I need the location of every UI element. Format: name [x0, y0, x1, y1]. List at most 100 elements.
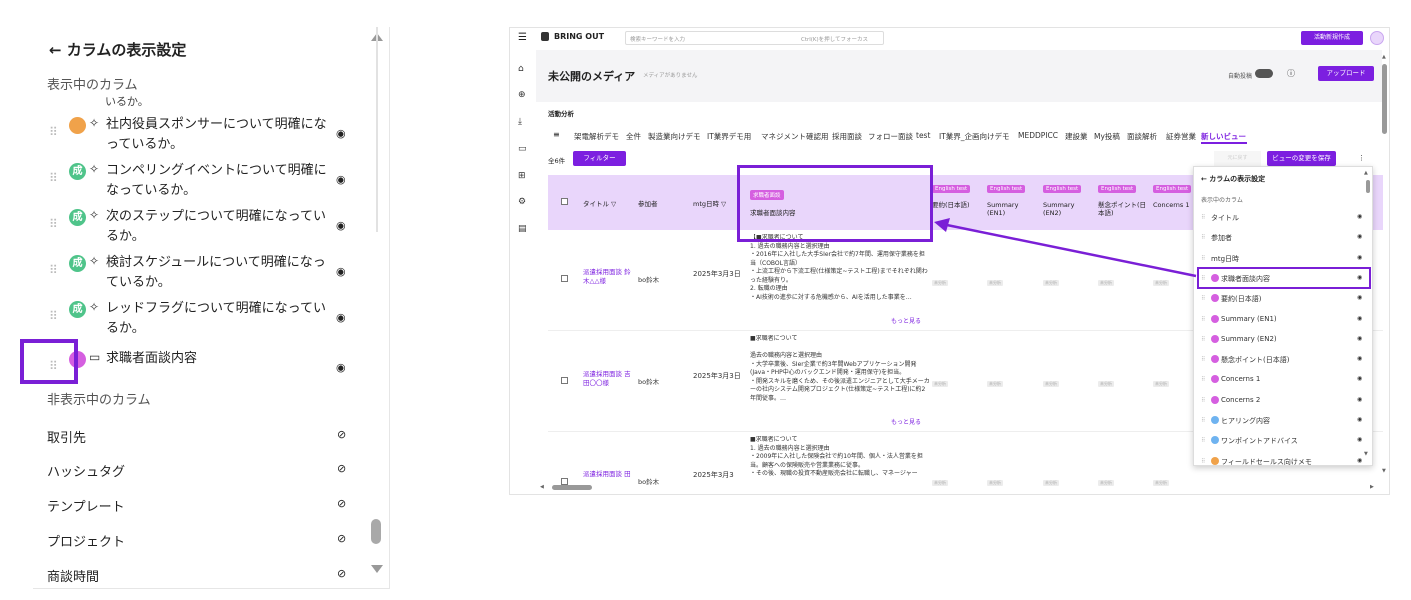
download-icon[interactable]: ⤓ — [518, 117, 522, 127]
hidden-column-row[interactable]: 商談時間 ⊘ — [47, 566, 363, 588]
eye-icon[interactable]: ◉ — [1357, 355, 1362, 362]
tab-item[interactable]: MEDDPICC — [1018, 131, 1058, 140]
scroll-down-icon[interactable]: ▼ — [1382, 468, 1386, 474]
scroll-thumb[interactable] — [1382, 64, 1387, 134]
col-summary-jp[interactable]: 要約(日本語) — [932, 201, 982, 209]
search-icon[interactable]: ⊕ — [518, 90, 526, 100]
search-input[interactable]: 検索キーワードを入力 Ctrl(K)を押してフォーカス — [625, 31, 884, 45]
popover-column-row[interactable]: ⠿ フィールドセールス向けメモ ◉ — [1198, 452, 1368, 465]
tab-item[interactable]: 全件 — [626, 131, 641, 142]
drag-handle-icon[interactable]: ⠿ — [49, 217, 58, 231]
eye-icon[interactable]: ◉ — [1357, 335, 1362, 342]
scroll-left-icon[interactable]: ◀ — [540, 484, 544, 490]
drag-handle-icon[interactable]: ⠿ — [1201, 234, 1205, 241]
avatar[interactable] — [1370, 31, 1384, 45]
scroll-thumb[interactable] — [1366, 180, 1370, 193]
drag-handle-icon[interactable]: ⠿ — [1201, 437, 1205, 444]
tab-item[interactable]: test — [916, 131, 930, 140]
drag-handle-icon[interactable]: ⠿ — [1201, 255, 1205, 262]
column-row[interactable]: ⠿ 成 ✧ 次のステップについて明確になっているか。 ◉ — [33, 207, 363, 251]
eye-icon[interactable]: ◉ — [1357, 233, 1362, 240]
auto-post-toggle[interactable] — [1255, 69, 1273, 78]
col-title[interactable]: タイトル ▽ — [583, 198, 616, 208]
drag-handle-icon[interactable]: ⠿ — [1201, 376, 1205, 383]
upload-button[interactable]: アップロード — [1318, 66, 1374, 81]
column-row[interactable]: ⠿ 成 ✧ レッドフラグについて明確になっているか。 ◉ — [33, 299, 363, 343]
popover-column-row[interactable]: ⠿ 懸念ポイント(日本語) ◉ — [1198, 350, 1368, 370]
popover-column-row[interactable]: ⠿ mtg日時 ◉ — [1198, 249, 1368, 269]
popover-column-row[interactable]: ⠿ Concerns 1 ◉ — [1198, 370, 1368, 390]
drag-handle-icon[interactable]: ⠿ — [49, 171, 58, 185]
eye-off-icon[interactable]: ⊘ — [337, 428, 346, 441]
popover-column-row[interactable]: ⠿ ワンポイントアドバイス ◉ — [1198, 431, 1368, 451]
panel-title[interactable]: ← カラムの表示設定 — [49, 39, 186, 60]
eye-icon[interactable]: ◉ — [336, 173, 346, 186]
col-mtg-date[interactable]: mtg日時 ▽ — [693, 198, 726, 208]
menu-icon[interactable]: ≡ — [553, 130, 560, 139]
eye-icon[interactable]: ◉ — [1357, 375, 1362, 382]
drag-handle-icon[interactable]: ⠿ — [1201, 214, 1205, 221]
scroll-up-icon[interactable]: ▲ — [1364, 170, 1368, 176]
drag-handle-icon[interactable]: ⠿ — [1201, 397, 1205, 404]
drag-handle-icon[interactable]: ⠿ — [1201, 295, 1205, 302]
save-view-button[interactable]: ビューの変更を保存 — [1267, 151, 1336, 166]
drag-handle-icon[interactable]: ⠿ — [1201, 356, 1205, 363]
panel-scrollbar[interactable] — [366, 27, 388, 588]
tab-item[interactable]: 製造業向けデモ — [648, 131, 701, 142]
row-title-link[interactable]: 派遣採用面談 吉田〇〇様 — [583, 370, 635, 388]
tab-item[interactable]: 新しいビュー — [1201, 131, 1246, 142]
row-checkbox[interactable] — [561, 275, 568, 282]
scroll-right-icon[interactable]: ▶ — [1370, 484, 1374, 490]
tab-item[interactable]: 面談解析 — [1127, 131, 1157, 142]
help-icon[interactable]: ⓘ — [1287, 68, 1295, 79]
eye-off-icon[interactable]: ⊘ — [337, 462, 346, 475]
tab-item[interactable]: 建設業 — [1065, 131, 1088, 142]
tab-item[interactable]: 架電解析デモ — [574, 131, 619, 142]
revert-button[interactable]: 元に戻す — [1214, 151, 1261, 166]
more-link[interactable]: もっと見る — [891, 418, 921, 427]
popover-column-row[interactable]: ⠿ ヒアリング内容 ◉ — [1198, 411, 1368, 431]
eye-off-icon[interactable]: ⊘ — [337, 532, 346, 545]
tab-item[interactable]: フォロー面談 — [868, 131, 913, 142]
eye-icon[interactable]: ◉ — [336, 265, 346, 278]
eye-icon[interactable]: ◉ — [336, 127, 346, 140]
eye-icon[interactable]: ◉ — [336, 311, 346, 324]
eye-icon[interactable]: ◉ — [1357, 416, 1362, 423]
eye-icon[interactable]: ◉ — [336, 219, 346, 232]
tab-item[interactable]: My投稿 — [1094, 131, 1120, 142]
row-checkbox[interactable] — [561, 377, 568, 384]
more-icon[interactable]: ⋮ — [1358, 154, 1365, 162]
popover-column-row[interactable]: ⠿ 参加者 ◉ — [1198, 228, 1368, 248]
drag-handle-icon[interactable]: ⠿ — [1201, 458, 1205, 465]
video-icon[interactable]: ▭ — [518, 144, 527, 154]
scroll-down-icon[interactable]: ▼ — [1364, 451, 1368, 457]
gear-icon[interactable]: ⚙ — [518, 197, 526, 207]
column-row[interactable]: ⠿ 成 ✧ 検討スケジュールについて明確になっているか。 ◉ — [33, 253, 363, 297]
hidden-column-row[interactable]: ハッシュタグ ⊘ — [47, 461, 363, 483]
document-icon[interactable]: ⊞ — [518, 171, 526, 181]
drag-handle-icon[interactable]: ⠿ — [1201, 417, 1205, 424]
tab-item[interactable]: IT業界_企画向けデモ — [939, 131, 1010, 142]
eye-icon[interactable]: ◉ — [336, 361, 346, 374]
eye-icon[interactable]: ◉ — [1357, 254, 1362, 261]
drag-handle-icon[interactable]: ⠿ — [1201, 316, 1205, 323]
eye-icon[interactable]: ◉ — [1357, 457, 1362, 464]
eye-icon[interactable]: ◉ — [1357, 315, 1362, 322]
filter-button[interactable]: フィルター — [573, 151, 626, 166]
vertical-scrollbar[interactable]: ▲ ▼ — [1381, 54, 1389, 484]
menu-icon[interactable]: ☰ — [518, 32, 527, 43]
tab-item[interactable]: 採用面談 — [832, 131, 862, 142]
drag-handle-icon[interactable]: ⠿ — [49, 125, 58, 139]
popover-column-row[interactable]: ⠿ Summary (EN2) ◉ — [1198, 330, 1368, 350]
eye-icon[interactable]: ◉ — [1357, 294, 1362, 301]
popover-column-row[interactable]: ⠿ 要約(日本語) ◉ — [1198, 289, 1368, 309]
home-icon[interactable]: ⌂ — [518, 64, 524, 74]
building-icon[interactable]: ▤ — [518, 224, 527, 234]
col-participants[interactable]: 参加者 — [638, 198, 658, 208]
new-activity-button[interactable]: 活動新規作成 — [1301, 31, 1363, 45]
popover-column-row[interactable]: ⠿ Concerns 2 ◉ — [1198, 391, 1368, 411]
col-concerns1[interactable]: Concerns 1 — [1153, 201, 1193, 209]
row-title-link[interactable]: 派遣採用面談 田 — [583, 470, 635, 479]
select-all-checkbox[interactable] — [561, 198, 568, 205]
scroll-up-icon[interactable]: ▲ — [1382, 54, 1386, 60]
